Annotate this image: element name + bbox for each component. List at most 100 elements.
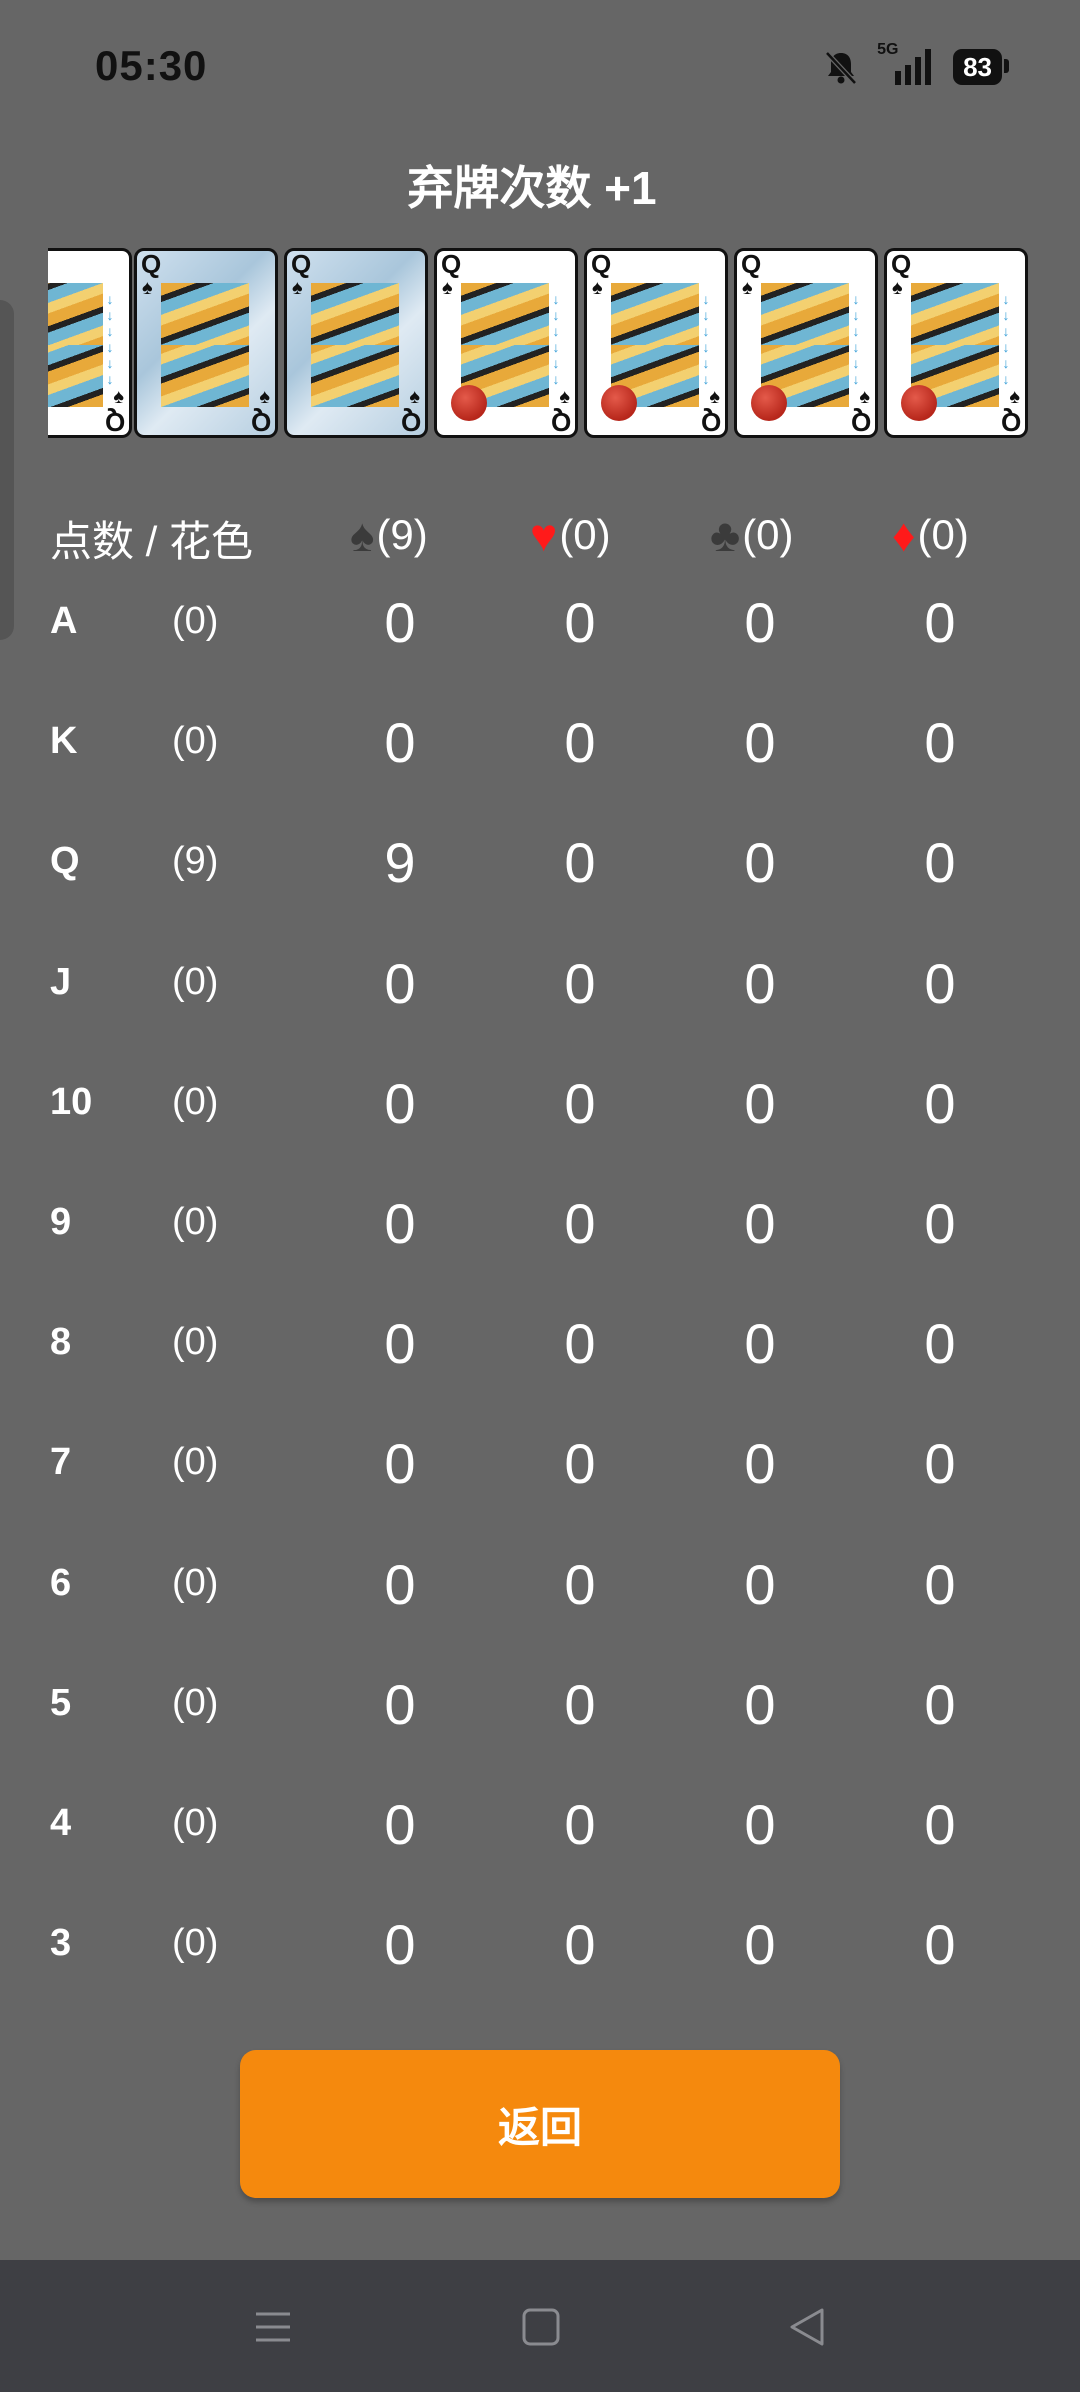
table-row: 3 (0) 0 0 0 0 [0,1882,1080,2002]
card-arrows: ↓ ↓ ↓ ↓ ↓ ↓ [552,291,560,387]
table-row: Q (9) 9 0 0 0 [0,800,1080,920]
card-suit-bottom: ♠ [859,386,870,408]
club-count: (0) [742,511,794,558]
row-total: (9) [172,840,219,883]
status-icons: 5G 83 [821,41,1009,90]
club-cell: 0 [744,591,776,654]
club-column-header: ♣ (0) [710,508,794,562]
row-rank: A [50,600,78,642]
diamond-cell: 0 [924,1312,956,1376]
heart-cell: 0 [564,1312,596,1376]
card-suit-bottom: ♠ [709,386,720,408]
row-total: (0) [172,600,219,642]
row-rank: 4 [50,1801,72,1844]
playing-card: Q ♠ Q ♠ [284,248,428,438]
heart-icon: ♥ [530,509,558,561]
spade-cell: 0 [384,711,416,775]
card-rank: Q [291,249,312,279]
club-cell: 0 [744,831,776,895]
discarded-cards-strip[interactable]: ↓ ↓ ↓ ↓ ↓ ↓ Q ♠ Q ♠ Q ♠ Q ♠ Q ♠ Q ♠ ↓ ↓ ↓ ↓ ↓ ↓ Q … [48,246,1030,442]
diamond-cell: 0 [924,1191,956,1255]
heart-count: (0) [559,511,611,558]
diamond-icon: ♦ [892,509,916,561]
home-square-icon[interactable] [516,2302,566,2352]
row-rank: J [50,960,72,1003]
diamond-cell: 0 [924,1071,956,1135]
spade-cell: 0 [384,1432,416,1496]
card-suit-bottom: ♠ [1009,386,1020,408]
diamond-cell: 0 [924,831,956,895]
status-bar: 05:30 5G 83 [0,0,1080,130]
return-button[interactable]: 返回 [240,2050,840,2198]
diamond-cell: 0 [924,1913,956,1977]
row-total: (0) [172,1200,219,1243]
card-rank-bottom: Q [250,407,271,437]
table-row: 5 (0) 0 0 0 0 [0,1642,1080,1762]
diamond-cell: 0 [924,1432,956,1496]
table-row: K (0) 0 0 0 0 [0,680,1080,800]
diamond-cell: 0 [924,1792,956,1856]
spade-cell: 0 [384,951,416,1015]
row-rank: 8 [50,1321,72,1364]
heart-cell: 0 [564,1913,596,1977]
diamond-count: (0) [917,511,969,558]
diamond-cell: 0 [924,591,956,654]
menu-icon[interactable] [248,2302,298,2352]
playing-card: Q ♠ ↓ ↓ ↓ ↓ ↓ ↓ Q ♠ [734,248,878,438]
card-rank-bottom: Q [850,407,871,437]
card-rank: Q [741,249,762,279]
playing-card: Q ♠ Q ♠ [134,248,278,438]
table-header: 点数 / 花色 ♠ (9) ♥ (0) ♣ (0) ♦ (0) [0,500,1080,565]
row-total: (0) [172,1321,219,1364]
club-cell: 0 [744,1071,776,1135]
heart-cell: 0 [564,1191,596,1255]
row-total: (0) [172,1080,219,1123]
heart-cell: 0 [564,1672,596,1736]
card-suit: ♠ [142,277,153,299]
card-suit: ♠ [292,277,303,299]
spade-count: (9) [376,511,428,558]
system-nav-bar [0,2260,1080,2392]
club-cell: 0 [744,1312,776,1376]
club-icon: ♣ [710,509,741,561]
spade-column-header: ♠ (9) [350,508,428,562]
card-suit: ♠ [592,277,603,299]
row-total: (0) [172,1922,219,1965]
card-arrows: ↓ ↓ ↓ ↓ ↓ ↓ [106,291,114,387]
row-rank: Q [50,840,80,883]
spade-cell: 0 [384,1913,416,1977]
table-row: 9 (0) 0 0 0 0 [0,1161,1080,1281]
card-rank: Q [141,249,162,279]
heart-cell: 0 [564,1071,596,1135]
playing-card: Q ♠ ↓ ↓ ↓ ↓ ↓ ↓ Q ♠ [884,248,1028,438]
card-arrows: ↓ ↓ ↓ ↓ ↓ ↓ [1002,291,1010,387]
table-row: 6 (0) 0 0 0 0 [0,1522,1080,1642]
signal-5g-icon: 5G [875,41,939,87]
status-time: 05:30 [95,42,208,89]
club-cell: 0 [744,1191,776,1255]
battery-icon: 83 [953,49,1009,85]
card-suit-bottom: ♠ [559,386,570,408]
card-arrows: ↓ ↓ ↓ ↓ ↓ ↓ [702,291,710,387]
card-count-table: A (0) 0 0 0 0 K (0) 0 0 0 0 Q (9) 9 0 0 … [0,560,1080,2002]
card-face-art [161,283,249,407]
row-rank: 10 [50,1080,93,1123]
back-triangle-icon[interactable] [782,2302,832,2352]
card-rank: Q [891,249,912,279]
card-suit-bottom: ♠ [113,386,124,408]
diamond-cell: 0 [924,951,956,1015]
card-suit: ♠ [742,277,753,299]
spade-cell: 0 [384,1552,416,1616]
row-total: (0) [172,1801,219,1844]
screen: 05:30 5G 83 弃牌次数 +1 ↓ ↓ ↓ ↓ ↓ ↓ Q ♠ Q ♠ … [0,0,1080,2392]
row-total: (0) [172,720,219,763]
red-chip-icon [751,385,787,421]
heart-column-header: ♥ (0) [530,508,611,562]
heart-cell: 0 [564,831,596,895]
row-total: (0) [172,1561,219,1604]
spade-cell: 0 [384,591,416,654]
club-cell: 0 [744,1913,776,1977]
spade-cell: 0 [384,1672,416,1736]
diamond-cell: 0 [924,711,956,775]
card-suit-bottom: ♠ [409,386,420,408]
